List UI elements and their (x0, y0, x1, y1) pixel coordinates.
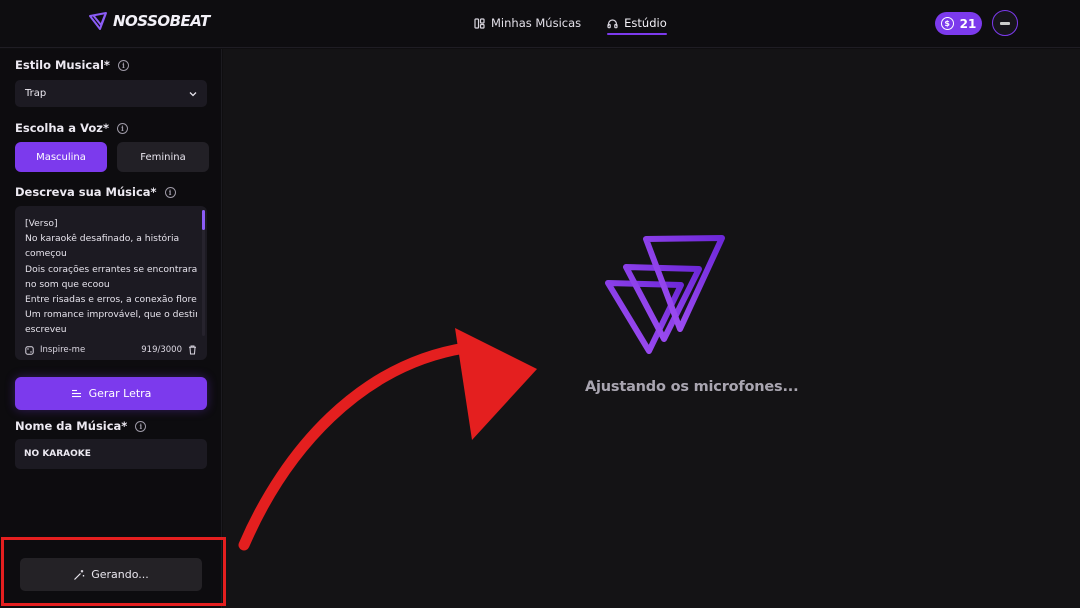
annotation-arrow-icon (238, 328, 537, 551)
annotation-highlight-box (1, 537, 226, 606)
